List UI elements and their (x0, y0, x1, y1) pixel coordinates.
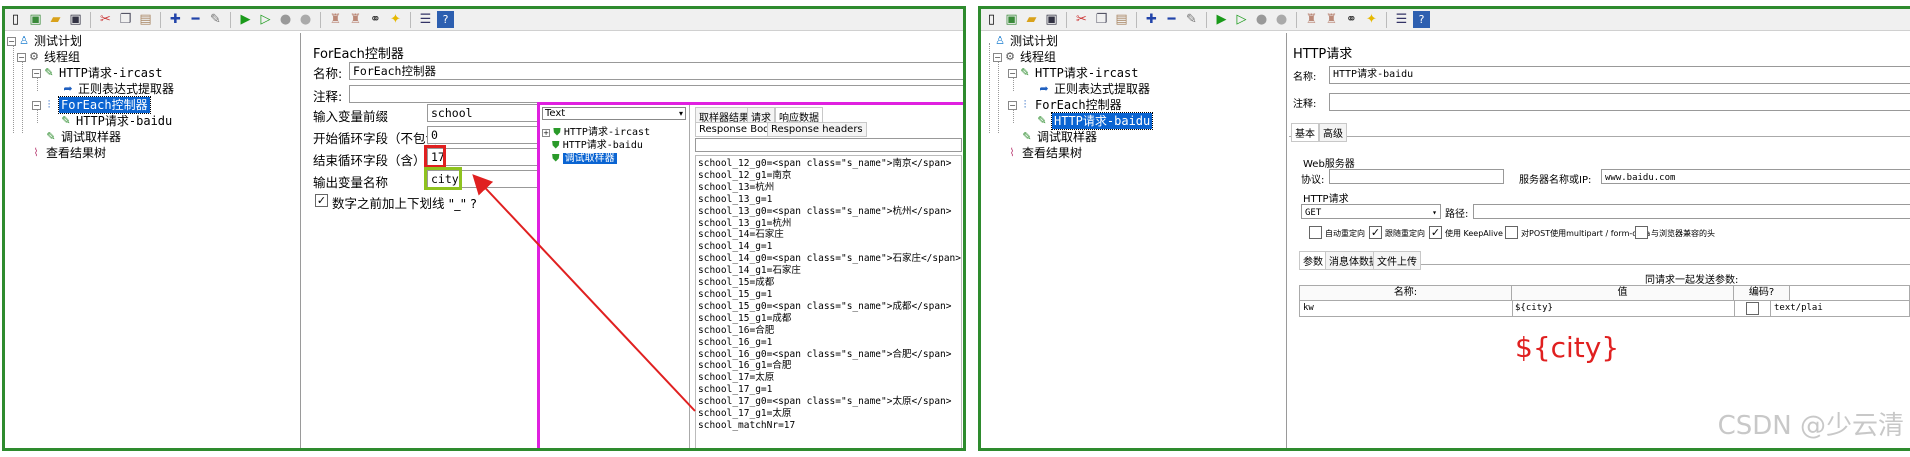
templates-icon[interactable]: ▣ (1003, 11, 1020, 28)
toolbar: ▯ ▣ ▰ ▣ ✂ ❐ ▤ ✚ ━ ✎ ▶ ▷ ● ● ♜ ♜ ⚭ ✦ ☰ ? (981, 9, 1910, 31)
new-icon[interactable]: ▯ (983, 11, 1000, 28)
auto-redirect-label: 自动重定向 (1325, 229, 1365, 238)
expander[interactable]: − (993, 53, 1002, 62)
params-table: 名称: 值 编码? kw ${city} text/plai (1299, 285, 1910, 317)
tree-node-view-results[interactable]: ⌇ 查看结果树 (1005, 145, 1082, 161)
param-name-cell[interactable]: kw (1303, 303, 1314, 313)
tree-node-debug-sampler[interactable]: ✎ 调试取样器 (1020, 129, 1097, 145)
tree-node-thread-group[interactable]: ⚙ 线程组 (1003, 49, 1056, 65)
help-icon[interactable]: ? (1413, 11, 1430, 28)
content-type-cell[interactable]: text/plai (1774, 303, 1823, 313)
path-label: 路径: (1445, 209, 1469, 220)
auto-redirect-checkbox[interactable] (1309, 226, 1322, 239)
gear-icon: ⚙ (1005, 50, 1015, 63)
copy-icon[interactable]: ❐ (1093, 11, 1110, 28)
save-icon[interactable]: ▣ (1043, 11, 1060, 28)
tree-node-test-plan[interactable]: ♙ 测试计划 (993, 33, 1058, 49)
table-row[interactable]: kw ${city} text/plai (1300, 300, 1909, 317)
cut-icon[interactable]: ✂ (1073, 11, 1090, 28)
protocol-field[interactable] (1329, 169, 1504, 184)
extractor-icon: ➦ (1039, 82, 1049, 95)
keepalive-checkbox[interactable]: ✓ (1429, 226, 1442, 239)
test-plan-tree: ♙ 测试计划 − ⚙ 线程组 − ✎ HTTP请求-ircast ➦ 正则表达式… (981, 33, 1287, 448)
annotation-arrow (472, 174, 696, 412)
start-icon[interactable]: ▶ (1213, 11, 1230, 28)
stop-icon[interactable]: ● (1253, 11, 1270, 28)
encode-checkbox[interactable] (1746, 302, 1759, 315)
left-jmeter-window: ▯ ▣ ▰ ▣ ✂ ❐ ▤ ✚ ━ ✎ ▶ ▷ ● ● ♜ ♜ ⚭ ✦ ☰ ? … (2, 6, 966, 451)
web-server-label: Web服务器 (1303, 159, 1355, 170)
protocol-label: 协议: (1301, 175, 1325, 186)
tree-node-foreach[interactable]: ⫶ ForEach控制器 (1018, 97, 1122, 113)
expander[interactable]: − (1008, 101, 1017, 110)
start-no-pause-icon[interactable]: ▷ (1233, 11, 1250, 28)
reset-search-icon[interactable]: ✦ (1363, 11, 1380, 28)
keepalive-label: 使用 KeepAlive (1445, 229, 1503, 238)
tab-basic[interactable]: 基本 (1291, 123, 1319, 142)
paste-icon[interactable]: ▤ (1113, 11, 1130, 28)
method-select[interactable]: GET ▾ (1301, 204, 1441, 219)
param-value-cell[interactable]: ${city} (1515, 303, 1553, 313)
browser-headers-label: 与浏览器兼容的头 (1651, 229, 1715, 238)
col-encode: 编码? (1734, 286, 1790, 300)
path-field[interactable] (1473, 204, 1910, 219)
tab-advanced[interactable]: 高级 (1319, 123, 1347, 142)
multipart-label: 对POST使用multipart / form-data (1521, 229, 1651, 238)
function-helper-icon[interactable]: ☰ (1393, 11, 1410, 28)
chevron-down-icon: ▾ (1432, 208, 1437, 217)
tree-node-http-baidu[interactable]: ✎ HTTP请求-baidu (1035, 112, 1154, 130)
pipette-icon: ✎ (1022, 130, 1032, 143)
name-label: 名称: (1293, 72, 1317, 83)
tree-node-http-ircast[interactable]: ✎ HTTP请求-ircast (1018, 65, 1138, 81)
city-annotation: ${city} (1515, 331, 1620, 364)
right-jmeter-window: ▯ ▣ ▰ ▣ ✂ ❐ ▤ ✚ ━ ✎ ▶ ▷ ● ● ♜ ♜ ⚭ ✦ ☰ ? … (978, 6, 1910, 451)
server-field[interactable]: www.baidu.com (1601, 169, 1910, 184)
tree-node-regex-extractor[interactable]: ➦ 正则表达式提取器 (1037, 81, 1150, 97)
flask-icon: ♙ (995, 34, 1005, 47)
name-field[interactable]: HTTP请求-baidu (1329, 66, 1910, 84)
col-value: 值 (1512, 286, 1734, 300)
toggle-icon[interactable]: ✎ (1183, 11, 1200, 28)
tab-file-upload[interactable]: 文件上传 (1373, 251, 1421, 270)
open-icon[interactable]: ▰ (1023, 11, 1040, 28)
browser-headers-checkbox[interactable] (1635, 226, 1648, 239)
clear-icon[interactable]: ♜ (1303, 11, 1320, 28)
clear-all-icon[interactable]: ♜ (1323, 11, 1340, 28)
comment-field[interactable] (1329, 93, 1910, 111)
send-params-label: 同请求一起发送参数: (1645, 275, 1739, 286)
pipette-icon: ✎ (1037, 114, 1047, 127)
chart-icon: ⌇ (1009, 146, 1015, 159)
pipette-icon: ✎ (1020, 66, 1030, 79)
tab-params[interactable]: 参数 (1299, 251, 1327, 270)
col-name: 名称: (1300, 286, 1512, 300)
http-request-label: HTTP请求 (1303, 194, 1349, 205)
multipart-checkbox[interactable] (1505, 226, 1518, 239)
search-icon[interactable]: ⚭ (1343, 11, 1360, 28)
server-label: 服务器名称或IP: (1519, 175, 1592, 186)
expander[interactable]: − (1008, 69, 1017, 78)
controller-icon: ⫶ (1023, 98, 1027, 111)
watermark: CSDN @少云清 (1717, 411, 1904, 441)
collapse-icon[interactable]: ━ (1163, 11, 1180, 28)
param-tabs: 参数 消息体数据 文件上传 (1299, 251, 1910, 270)
form-tabs: 基本 高级 (1289, 123, 1910, 142)
shutdown-icon[interactable]: ● (1273, 11, 1290, 28)
follow-redirect-label: 跟随重定向 (1385, 229, 1425, 238)
expand-icon[interactable]: ✚ (1143, 11, 1160, 28)
follow-redirect-checkbox[interactable]: ✓ (1369, 226, 1382, 239)
http-request-form: HTTP请求 名称: HTTP请求-baidu 注释: 基本 高级 Web服务器… (1289, 33, 1910, 448)
form-title: HTTP请求 (1293, 47, 1353, 62)
comment-label: 注释: (1293, 99, 1317, 110)
